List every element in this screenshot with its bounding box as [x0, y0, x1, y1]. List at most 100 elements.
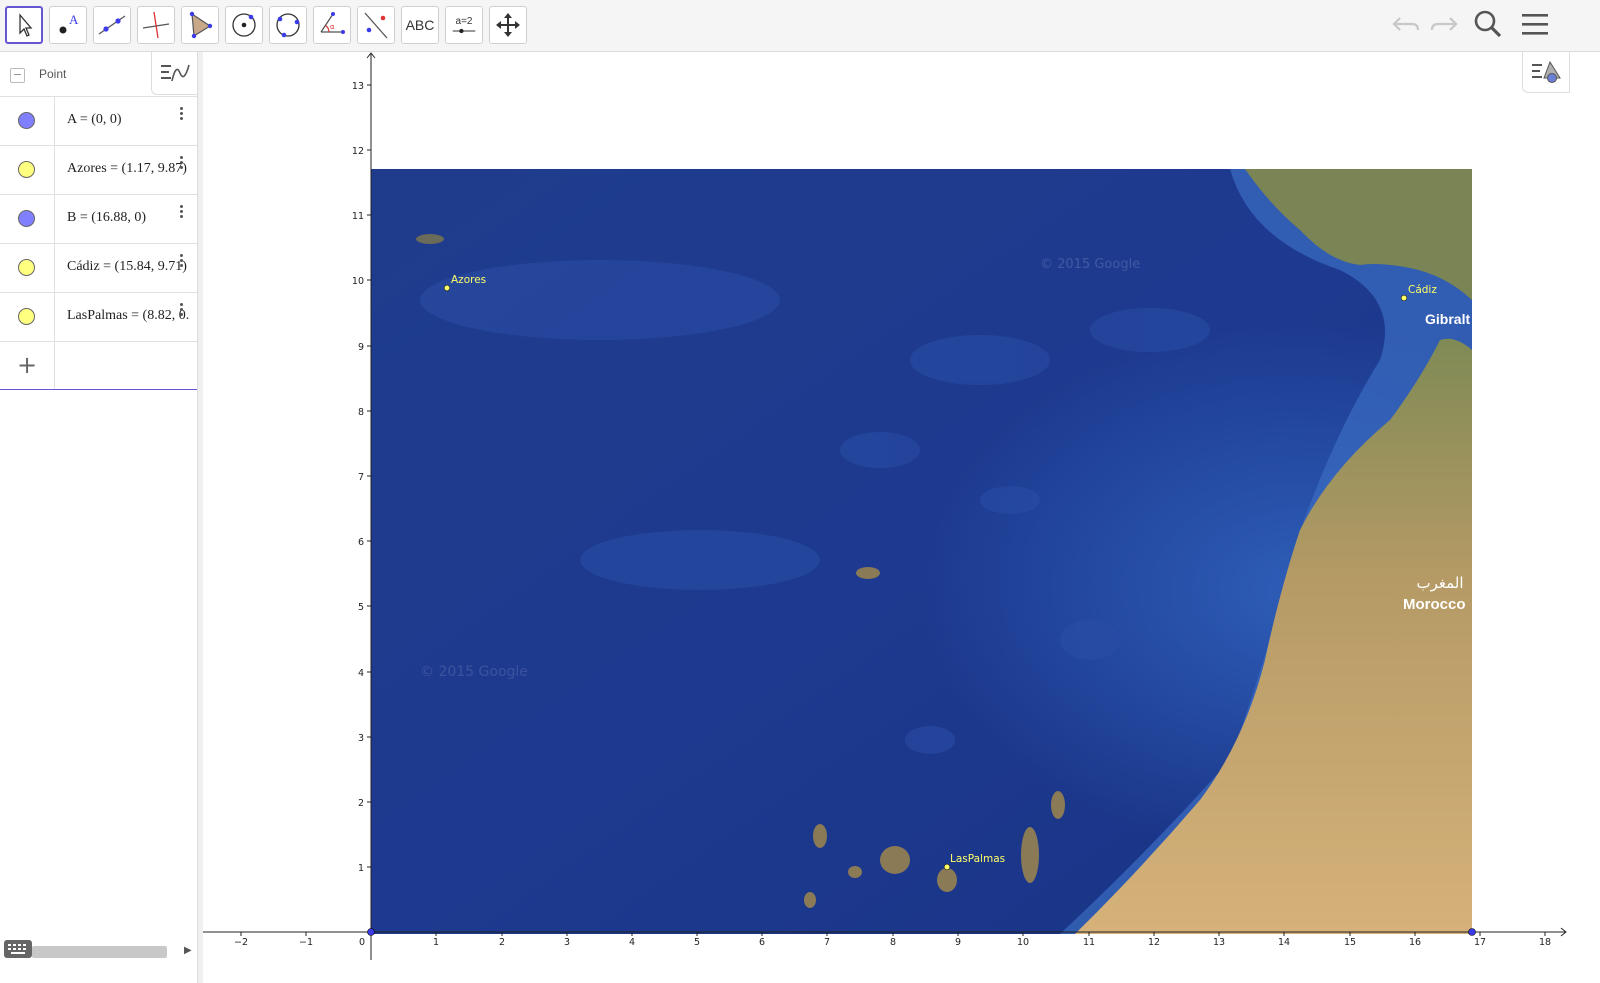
visibility-cell — [0, 293, 55, 341]
line-tool-button[interactable] — [93, 6, 131, 44]
group-title: Point — [39, 67, 67, 81]
algebra-input-row[interactable]: + — [0, 342, 197, 390]
y-tick-label: 13 — [352, 81, 364, 92]
undo-icon — [1392, 17, 1420, 31]
x-tick-label: 6 — [759, 937, 765, 948]
y-tick-label: 10 — [352, 276, 364, 287]
map-image[interactable] — [371, 169, 1472, 934]
visibility-toggle[interactable] — [18, 308, 35, 325]
circle-center-point-icon — [232, 13, 256, 37]
visibility-toggle[interactable] — [18, 161, 35, 178]
algebra-header: − Point — [0, 52, 198, 97]
y-axis-ticks: 1 2 3 4 5 6 7 8 9 10 11 12 13 — [352, 81, 364, 874]
x-tick-label: 5 — [694, 937, 700, 948]
x-tick-label: 13 — [1213, 937, 1225, 948]
more-options-icon[interactable] — [176, 252, 186, 272]
algebra-item[interactable]: A = (0, 0) — [0, 97, 197, 146]
text-tool-label: ABC — [405, 17, 435, 33]
x-tick-label: 3 — [564, 937, 570, 948]
visibility-cell — [0, 195, 55, 243]
x-tick-label: 16 — [1409, 937, 1421, 948]
map-label-morocco: Morocco — [1403, 596, 1466, 613]
algebra-item[interactable]: Cádiz = (15.84, 9.71) — [0, 244, 197, 293]
toolbar: A α ABC a=2 — [0, 0, 1600, 52]
reflect-tool-button[interactable] — [357, 6, 395, 44]
x-tick-label: 10 — [1017, 937, 1029, 948]
more-options-icon[interactable] — [176, 203, 186, 223]
point-a-icon: A — [59, 12, 79, 34]
visibility-toggle[interactable] — [18, 259, 35, 276]
x-tick-label: 1 — [433, 937, 439, 948]
polygon-icon — [189, 11, 213, 39]
style-bar-icon — [160, 64, 190, 82]
y-tick-label: 5 — [358, 602, 364, 613]
more-options-icon[interactable] — [176, 105, 186, 125]
visibility-cell — [0, 146, 55, 194]
algebra-item[interactable]: B = (16.88, 0) — [0, 195, 197, 244]
y-tick-label: 11 — [352, 211, 364, 222]
map-watermark: © 2015 Google — [420, 664, 528, 680]
polygon-tool-button[interactable] — [181, 6, 219, 44]
x-tick-label: 12 — [1148, 937, 1160, 948]
keyboard-icon[interactable] — [4, 940, 32, 958]
graphics-view[interactable]: −2 −1 0 1 2 3 4 5 6 7 8 9 10 11 12 13 14… — [203, 52, 1600, 983]
x-tick-label: 11 — [1083, 937, 1095, 948]
add-input-icon[interactable]: + — [0, 342, 55, 389]
algebra-item[interactable]: LasPalmas = (8.82, 0. — [0, 293, 197, 342]
point-a[interactable] — [367, 928, 375, 936]
point-label-laspalmas: LasPalmas — [950, 853, 1005, 865]
point-b[interactable] — [1468, 928, 1476, 936]
reflect-about-line-icon — [364, 12, 388, 39]
graphics-canvas[interactable]: −2 −1 0 1 2 3 4 5 6 7 8 9 10 11 12 13 14… — [203, 52, 1600, 983]
y-tick-label: 1 — [358, 863, 364, 874]
redo-icon — [1430, 17, 1458, 31]
move-arrows-icon — [496, 13, 520, 37]
search-button[interactable] — [1472, 8, 1504, 44]
text-tool-button[interactable]: ABC — [401, 6, 439, 44]
y-tick-label: 7 — [358, 472, 364, 483]
graphics-style-bar-icon — [1532, 60, 1561, 83]
circle-center-tool-button[interactable] — [225, 6, 263, 44]
x-tick-label: 8 — [890, 937, 896, 948]
x-tick-label: 2 — [499, 937, 505, 948]
y-tick-label: 9 — [358, 342, 364, 353]
search-icon — [1474, 10, 1502, 38]
point-tool-button[interactable]: A — [49, 6, 87, 44]
y-tick-label: 4 — [358, 668, 364, 679]
scroll-right-arrow-icon[interactable]: ▶ — [184, 945, 192, 956]
y-tick-label: 2 — [358, 798, 364, 809]
horizontal-scrollbar[interactable] — [32, 946, 167, 958]
move-tool-button[interactable] — [5, 6, 43, 44]
point-label-cadiz: Cádiz — [1408, 284, 1437, 296]
perpendicular-line-icon — [142, 11, 170, 39]
circle-three-points-tool-button[interactable] — [269, 6, 307, 44]
angle-tool-button[interactable]: α — [313, 6, 351, 44]
algebra-item[interactable]: Azores = (1.17, 9.87) — [0, 146, 197, 195]
x-tick-label: 4 — [629, 937, 635, 948]
x-tick-label: 9 — [955, 937, 961, 948]
x-tick-label: 7 — [824, 937, 830, 948]
visibility-cell — [0, 97, 55, 145]
visibility-cell — [0, 244, 55, 292]
map-label-morocco-arabic: المغرب — [1416, 574, 1463, 592]
perpendicular-tool-button[interactable] — [137, 6, 175, 44]
angle-icon: α — [320, 12, 345, 34]
y-tick-label: 6 — [358, 537, 364, 548]
main-menu-button[interactable] — [1519, 8, 1551, 44]
more-options-icon[interactable] — [176, 154, 186, 174]
slider-tool-button[interactable]: a=2 — [445, 6, 483, 44]
y-tick-label: 8 — [358, 407, 364, 418]
visibility-toggle[interactable] — [18, 210, 35, 227]
collapse-group-button[interactable]: − — [10, 68, 25, 83]
cursor-arrow-icon — [19, 13, 33, 37]
undo-button[interactable] — [1390, 8, 1422, 44]
svg-text:α: α — [330, 23, 335, 31]
graphics-style-bar-button[interactable] — [1522, 52, 1570, 93]
move-graphics-tool-button[interactable] — [489, 6, 527, 44]
x-tick-label: 17 — [1474, 937, 1486, 948]
visibility-toggle[interactable] — [18, 112, 35, 129]
algebra-style-bar-button[interactable] — [151, 52, 198, 95]
more-options-icon[interactable] — [176, 301, 186, 321]
y-tick-marks — [367, 84, 371, 868]
redo-button[interactable] — [1428, 8, 1460, 44]
